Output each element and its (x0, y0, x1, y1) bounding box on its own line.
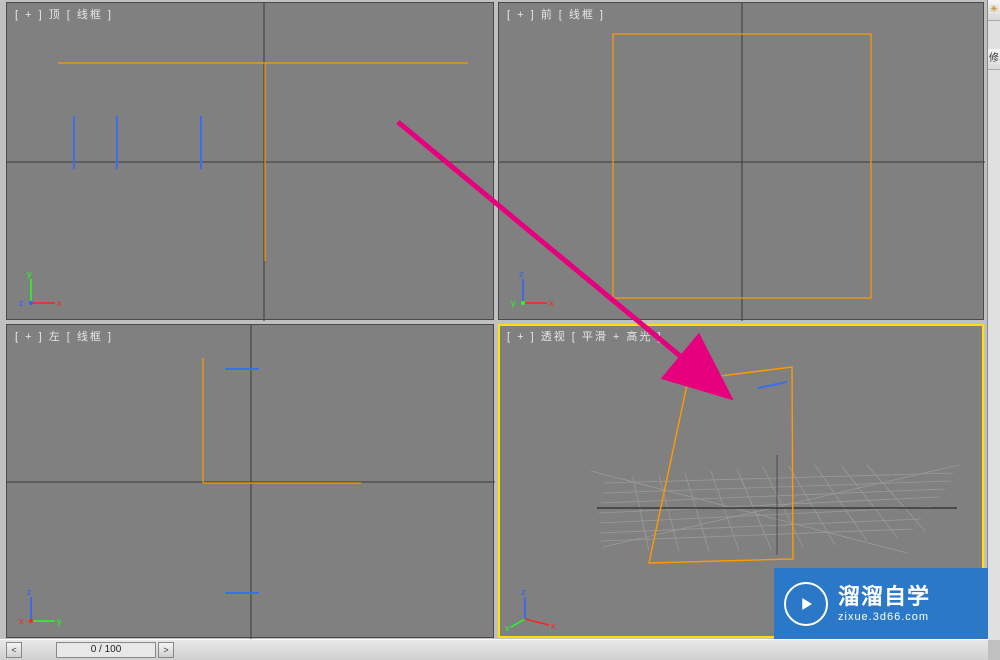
watermark: 溜溜自学 zixue.3d66.com (774, 568, 988, 640)
sidebar-icon[interactable]: ✳ (988, 0, 1000, 21)
svg-text:x: x (551, 621, 556, 631)
svg-text:x: x (57, 298, 61, 308)
svg-text:y: y (511, 298, 516, 308)
svg-text:y: y (57, 616, 61, 626)
watermark-url: zixue.3d66.com (838, 611, 930, 624)
timeline-bar: < 0 / 100 > (0, 639, 988, 660)
svg-text:y: y (505, 623, 510, 631)
viewport-left-canvas (7, 325, 495, 639)
svg-text:z: z (519, 269, 524, 279)
timeline-prev-button[interactable]: < (6, 642, 22, 658)
svg-text:y: y (27, 269, 32, 279)
axis-gizmo: y z x (13, 587, 61, 631)
viewport-top[interactable]: [ + ] 顶 [ 线框 ] x y z (6, 2, 494, 320)
viewport-top-canvas (7, 3, 495, 321)
time-display[interactable]: 0 / 100 (56, 642, 156, 658)
right-sidebar: ✳ 修 (987, 0, 1000, 640)
viewport-front-canvas (499, 3, 985, 321)
svg-text:z: z (27, 587, 32, 597)
axis-gizmo: x y z (505, 587, 561, 631)
svg-text:x: x (549, 298, 553, 308)
axis-gizmo: x z y (505, 269, 553, 313)
watermark-title: 溜溜自学 (838, 584, 930, 610)
play-icon (784, 582, 828, 626)
viewport-left[interactable]: [ + ] 左 [ 线框 ] y z x (6, 324, 494, 638)
timeline-next-button[interactable]: > (158, 642, 174, 658)
svg-text:x: x (19, 616, 24, 626)
viewport-front[interactable]: [ + ] 前 [ 线框 ] x z y (498, 2, 984, 320)
svg-text:z: z (521, 587, 526, 597)
svg-text:z: z (19, 298, 24, 308)
axis-gizmo: x y z (13, 269, 61, 313)
sidebar-modify-tab[interactable]: 修 (988, 49, 1000, 70)
